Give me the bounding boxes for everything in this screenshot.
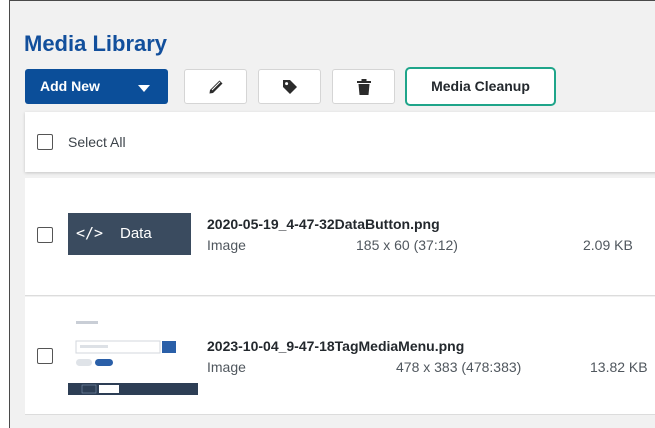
- file-size: 13.82 KB: [590, 359, 648, 375]
- file-type: Image: [207, 359, 246, 375]
- add-new-button[interactable]: Add New: [25, 69, 168, 104]
- add-new-label: Add New: [40, 78, 100, 94]
- item-checkbox[interactable]: [37, 227, 53, 243]
- delete-button[interactable]: [332, 69, 395, 104]
- thumbnail-image: [68, 321, 198, 395]
- media-library-panel: Media Library Add New Media Cleanup Sele…: [9, 0, 655, 428]
- media-cleanup-button[interactable]: Media Cleanup: [405, 67, 556, 106]
- file-type: Image: [207, 237, 246, 253]
- tag-icon: [282, 79, 297, 94]
- media-list-item[interactable]: 2023-10-04_9-47-18TagMediaMenu.png Image…: [25, 297, 655, 415]
- thumbnail-tag-media-menu[interactable]: [68, 315, 198, 397]
- trash-icon: [356, 78, 371, 95]
- file-size: 2.09 KB: [583, 237, 633, 253]
- edit-button[interactable]: [184, 69, 247, 104]
- thumbnail-data-button[interactable]: </> Data: [68, 213, 191, 255]
- tag-button[interactable]: [258, 69, 321, 104]
- file-dimensions: 185 x 60 (37:12): [356, 237, 458, 253]
- file-name[interactable]: 2023-10-04_9-47-18TagMediaMenu.png: [207, 338, 464, 354]
- file-name[interactable]: 2020-05-19_4-47-32DataButton.png: [207, 216, 440, 232]
- media-list-item[interactable]: </> Data 2020-05-19_4-47-32DataButton.pn…: [25, 178, 655, 296]
- item-checkbox[interactable]: [37, 348, 53, 364]
- file-dimensions: 478 x 383 (478:383): [396, 359, 522, 375]
- thumb-label: Data: [120, 225, 152, 242]
- code-icon: </>: [76, 224, 104, 242]
- select-all-bar: Select All: [25, 112, 655, 172]
- chevron-down-icon[interactable]: [138, 85, 150, 92]
- page-title: Media Library: [24, 31, 168, 56]
- select-all-checkbox[interactable]: [37, 134, 53, 150]
- pencil-icon: [209, 80, 222, 93]
- select-all-label[interactable]: Select All: [68, 134, 126, 150]
